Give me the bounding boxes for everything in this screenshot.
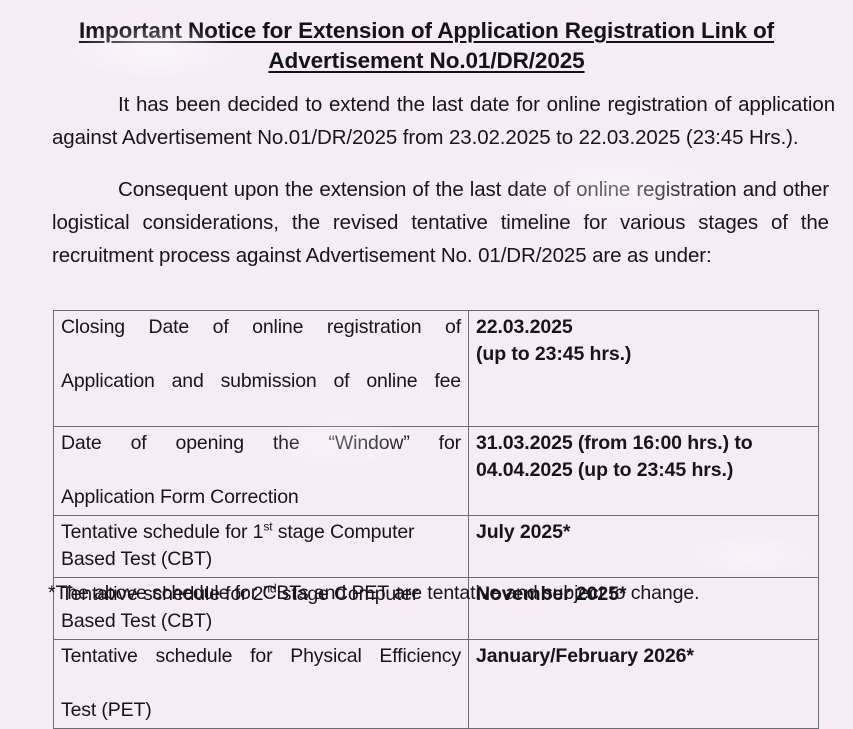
notice-page: Important Notice for Extension of Applic… (0, 0, 853, 729)
date-cell: July 2025* (468, 515, 819, 578)
date-line-2: (up to 23:45 hrs.) (476, 343, 632, 365)
stage-prefix: Tentative schedule for 1 (61, 521, 264, 543)
stage-cell: Date of opening the “Window” for Applica… (53, 426, 469, 516)
date-line-1: January/February 2026* (476, 645, 694, 667)
stage-line-2: Test (PET) (61, 699, 152, 721)
date-line-1: July 2025* (476, 521, 571, 543)
stage-line-2: Application Form Correction (61, 486, 299, 508)
date-line-1: 31.03.2025 (from 16:00 hrs.) to (476, 432, 753, 454)
paragraph-revised-timeline: Consequent upon the extension of the las… (52, 178, 829, 267)
date-line-1: 22.03.2025 (476, 316, 573, 338)
stage-line-1: Closing Date of online registration of (61, 316, 461, 338)
title-line-1-text: Important Notice for Extension of Applic… (78, 18, 775, 43)
date-line-2: 04.04.2025 (up to 23:45 hrs.) (476, 459, 734, 481)
stage-cell: Closing Date of online registration of A… (53, 310, 469, 427)
stage-line-2: Application and submission of online fee (61, 370, 461, 392)
stage-cell: Tentative schedule for 1st stage Compute… (53, 515, 469, 578)
date-cell: 22.03.2025 (up to 23:45 hrs.) (468, 310, 819, 427)
stage-cell: Tentative schedule for Physical Efficien… (53, 639, 469, 729)
table-row: Tentative schedule for 1st stage Compute… (53, 515, 819, 578)
stage-line-1: Date of opening the “Window” for (61, 432, 461, 454)
notice-title: Important Notice for Extension of Applic… (0, 0, 853, 76)
schedule-table-wrapper: Closing Date of online registration of A… (53, 310, 819, 729)
stage-line-2: Based Test (CBT) (61, 548, 213, 570)
paragraph-extension-notice: It has been decided to extend the last d… (52, 93, 835, 149)
stage-line-1: Tentative schedule for 1st stage Compute… (61, 519, 461, 546)
title-line-2-text: Advertisement No.01/DR/2025 (268, 48, 585, 73)
date-cell: January/February 2026* (468, 639, 819, 729)
table-row: Tentative schedule for Physical Efficien… (53, 639, 819, 729)
table-row: Date of opening the “Window” for Applica… (53, 426, 819, 516)
table-row: Closing Date of online registration of A… (53, 310, 819, 427)
date-cell: 31.03.2025 (from 16:00 hrs.) to 04.04.20… (468, 426, 819, 516)
footnote-text: *The above schedule for CBTs and PET are… (48, 582, 700, 604)
title-line-2: Advertisement No.01/DR/2025 (0, 46, 853, 76)
stage-line-1: Tentative schedule for Physical Efficien… (61, 645, 461, 667)
stage-suffix: stage Computer (272, 521, 415, 543)
schedule-table: Closing Date of online registration of A… (53, 310, 819, 729)
title-line-1: Important Notice for Extension of Applic… (0, 16, 853, 46)
